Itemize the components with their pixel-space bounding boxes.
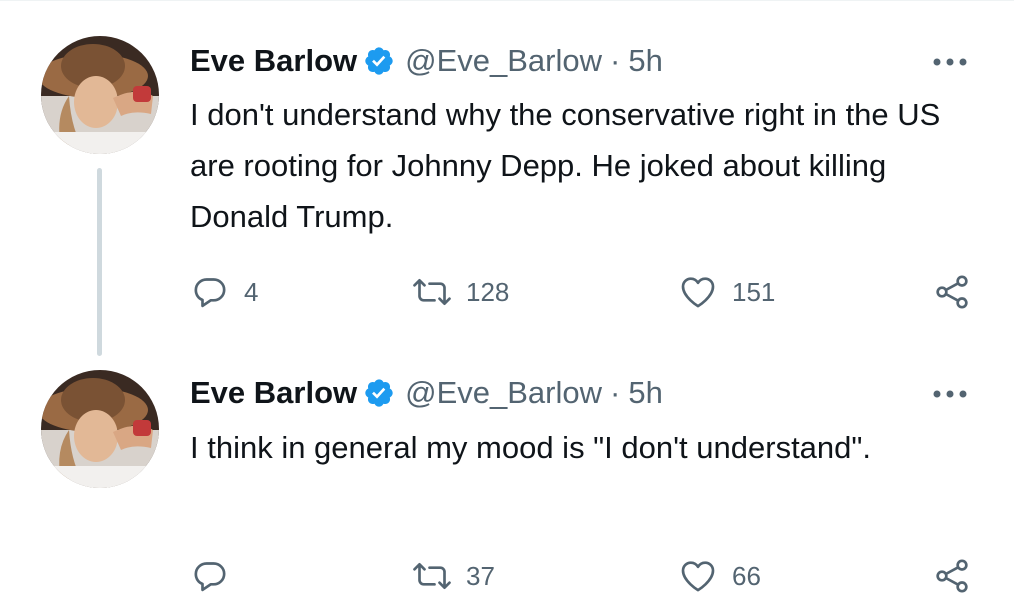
like-button[interactable]: 66 (678, 556, 761, 596)
timestamp[interactable]: 5h (628, 43, 662, 79)
like-count: 151 (732, 276, 776, 307)
tweet-text: I think in general my mood is "I don't u… (190, 430, 872, 465)
more-horizontal-icon[interactable] (930, 52, 970, 72)
more-horizontal-icon[interactable] (930, 384, 970, 404)
avatar[interactable] (41, 370, 159, 488)
share-icon (936, 559, 968, 593)
retweet-button[interactable]: 128 (412, 272, 509, 312)
like-button[interactable]: 151 (678, 272, 775, 312)
share-icon (936, 275, 968, 309)
reply-button[interactable] (190, 556, 244, 596)
reply-button[interactable]: 4 (190, 272, 258, 312)
separator-dot: · (610, 375, 621, 410)
thread-connector-line (97, 168, 102, 356)
separator-dot: · (610, 43, 621, 78)
reply-icon (194, 278, 226, 308)
author-name[interactable]: Eve Barlow (190, 43, 357, 79)
author-name[interactable]: Eve Barlow (190, 375, 357, 411)
tweet-header: Eve Barlow @Eve_Barlow · 5h (190, 38, 663, 84)
retweet-count: 128 (466, 276, 510, 307)
heart-icon (681, 561, 715, 592)
retweet-icon (413, 279, 451, 305)
tweet-actions: 4 128 151 (190, 272, 980, 312)
heart-icon (681, 277, 715, 308)
share-button[interactable] (932, 556, 972, 596)
avatar-image (41, 370, 159, 488)
retweet-icon (413, 563, 451, 589)
retweet-button[interactable]: 37 (412, 556, 495, 596)
timestamp[interactable]: 5h (628, 375, 662, 411)
share-button[interactable] (932, 272, 972, 312)
like-count: 66 (732, 560, 761, 591)
tweet[interactable]: Eve Barlow @Eve_Barlow · 5h I think in g… (0, 360, 1014, 600)
reply-icon (194, 562, 226, 592)
tweet-header: Eve Barlow @Eve_Barlow · 5h (190, 370, 663, 416)
tweet-text: I don't understand why the conservative … (190, 97, 941, 234)
avatar[interactable] (41, 36, 159, 154)
avatar-image (41, 36, 159, 154)
tweet-actions: 37 66 (190, 556, 980, 596)
verified-badge-icon (365, 47, 393, 75)
verified-badge-icon (365, 379, 393, 407)
retweet-count: 37 (466, 560, 495, 591)
tweet[interactable]: Eve Barlow @Eve_Barlow · 5h I don't unde… (0, 0, 1014, 360)
reply-count: 4 (244, 276, 259, 307)
author-handle[interactable]: @Eve_Barlow (405, 43, 602, 79)
author-handle[interactable]: @Eve_Barlow (405, 375, 602, 411)
